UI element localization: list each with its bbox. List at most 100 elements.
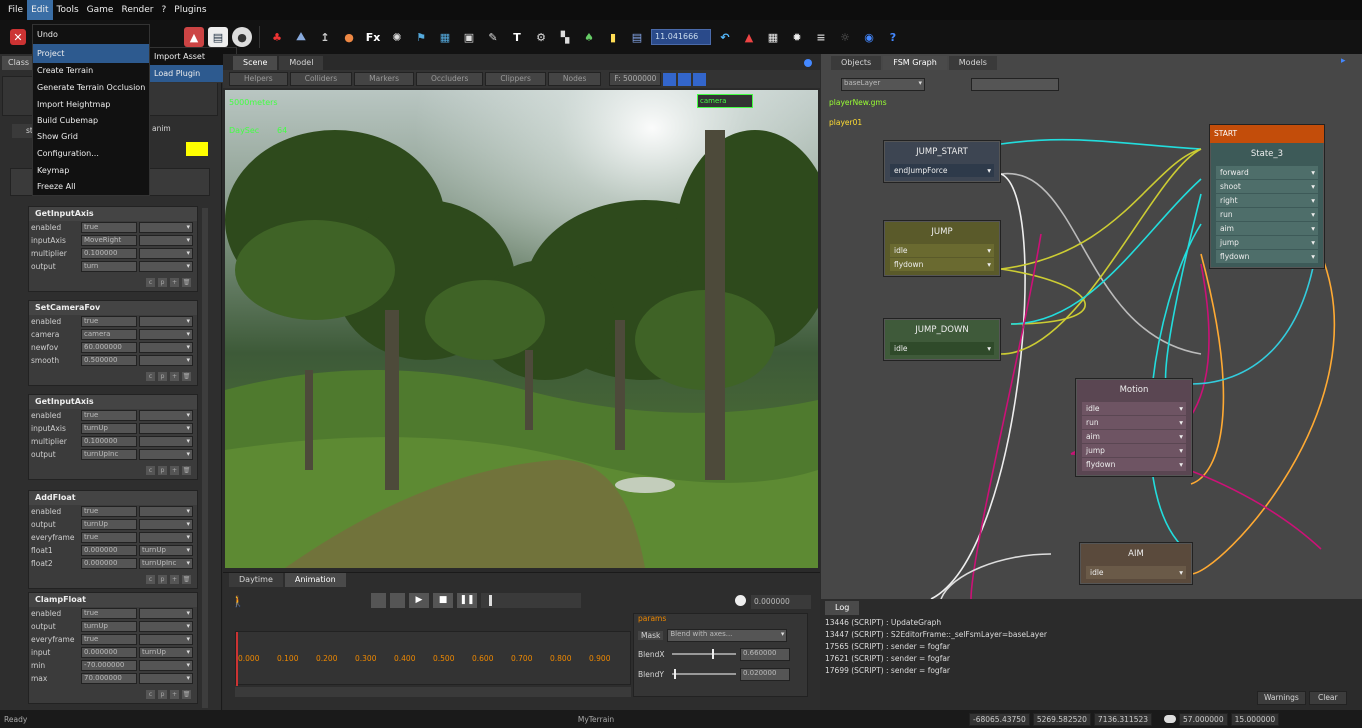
component-footer-button[interactable]: + — [170, 465, 179, 475]
ball-icon[interactable]: ● — [339, 27, 359, 47]
property-var-select[interactable] — [139, 532, 193, 543]
component-footer-button[interactable]: p — [158, 574, 167, 584]
component-title[interactable]: SetCameraFov — [29, 301, 197, 315]
camera-icon[interactable] — [663, 72, 677, 86]
fsm-node-port[interactable]: idle — [1086, 566, 1186, 579]
fsm-node-port[interactable]: jump — [1216, 236, 1318, 249]
component-footer-button[interactable]: p — [158, 689, 167, 699]
property-var-select[interactable] — [139, 329, 193, 340]
property-value[interactable]: 0.000000 — [81, 545, 137, 556]
property-var-select[interactable] — [139, 355, 193, 366]
property-var-select[interactable] — [139, 423, 193, 434]
fsm-node[interactable]: AIM idle — [1079, 542, 1193, 585]
settings-icon[interactable]: ⚙ — [531, 27, 551, 47]
menu-item-freeze-all[interactable]: Freeze All — [33, 179, 149, 195]
fsm-node[interactable]: JUMP idleflydown — [883, 220, 1001, 277]
property-var-select[interactable] — [139, 410, 193, 421]
tree-icon[interactable]: ♣ — [267, 27, 287, 47]
mountain-icon[interactable]: ⛰ — [291, 27, 311, 47]
property-value[interactable]: true — [81, 506, 137, 517]
fsm-node[interactable]: JUMP_START endJumpForce — [883, 140, 1001, 183]
property-value[interactable]: true — [81, 608, 137, 619]
property-var-select[interactable] — [139, 248, 193, 259]
filter-clippers[interactable]: Clippers — [485, 72, 546, 86]
property-var-select[interactable] — [139, 660, 193, 671]
blendx-value[interactable]: 0.660000 — [740, 647, 790, 661]
component-title[interactable]: AddFloat — [29, 491, 197, 505]
fsm-node-port[interactable]: idle — [1082, 402, 1186, 415]
property-var-select[interactable] — [139, 261, 193, 272]
menu-help[interactable]: ? — [158, 0, 171, 20]
component-footer-button[interactable]: + — [170, 371, 179, 381]
fsm-node-port[interactable]: idle — [890, 244, 994, 257]
camera-select[interactable]: camera — [697, 94, 753, 108]
viewport-canvas[interactable]: 5000meters DaySec 64 camera — [225, 90, 818, 568]
view-icon[interactable] — [678, 72, 692, 86]
zoom-select[interactable]: 11.041666 — [651, 29, 711, 45]
warnings-button[interactable]: Warnings — [1257, 691, 1306, 705]
property-var-select[interactable] — [139, 449, 193, 460]
fx-icon[interactable]: Fx — [363, 27, 383, 47]
component-footer-button[interactable]: + — [170, 689, 179, 699]
property-value[interactable]: camera — [81, 329, 137, 340]
component-title[interactable]: ClampFloat — [29, 593, 197, 607]
component-footer-button[interactable]: c — [146, 574, 155, 584]
menu-item-undo[interactable]: Undo — [33, 25, 149, 44]
property-value[interactable]: -70.000000 — [81, 660, 137, 671]
fsm-node-port[interactable]: endJumpForce — [890, 164, 994, 177]
tab-animation[interactable]: Animation — [284, 573, 346, 587]
fsm-node-port[interactable]: shoot — [1216, 180, 1318, 193]
fsm-node-port[interactable]: aim — [1216, 222, 1318, 235]
property-value[interactable]: 70.000000 — [81, 673, 137, 684]
menu-item-create-terrain[interactable]: Create Terrain — [33, 63, 149, 79]
help-circle-icon[interactable]: ? — [883, 27, 903, 47]
pause-button[interactable]: ❚❚ — [457, 593, 477, 608]
time-slider[interactable] — [481, 593, 581, 608]
left-scrollbar[interactable] — [202, 208, 208, 708]
list-icon[interactable]: ≡ — [811, 27, 831, 47]
tab-scene[interactable]: Scene — [233, 56, 278, 70]
property-value[interactable]: MoveRight — [81, 235, 137, 246]
timeline[interactable]: 0.000 0.100 0.200 0.300 0.400 0.500 0.600 0.700… — [235, 631, 631, 686]
property-value[interactable]: turnUp — [81, 621, 137, 632]
fsm-node[interactable]: JUMP_DOWN idle — [883, 318, 1001, 361]
trash-icon[interactable]: 🗑 — [182, 371, 191, 381]
fsm-node-port[interactable]: right — [1216, 194, 1318, 207]
property-value[interactable]: 0.000000 — [81, 647, 137, 658]
layers-icon[interactable]: ▤ — [627, 27, 647, 47]
clear-button[interactable]: Clear — [1309, 691, 1347, 705]
menu-game[interactable]: Game — [83, 0, 118, 20]
component-footer-button[interactable]: + — [170, 574, 179, 584]
record-icon[interactable] — [371, 593, 386, 608]
fsm-node-port[interactable]: idle — [890, 342, 994, 355]
trash-icon[interactable]: 🗑 — [182, 277, 191, 287]
property-value[interactable]: true — [81, 316, 137, 327]
filter-markers[interactable]: Markers — [354, 72, 415, 86]
filter-nodes[interactable]: Nodes — [547, 72, 602, 86]
checker-icon[interactable]: ▚ — [555, 27, 575, 47]
trash-icon[interactable]: 🗑 — [182, 689, 191, 699]
fsm-node[interactable]: Motion idlerunaimjumpflydown — [1075, 378, 1193, 477]
blendx-slider[interactable] — [672, 649, 736, 659]
property-var-select[interactable] — [139, 519, 193, 530]
property-var-select[interactable] — [139, 235, 193, 246]
filter-occluders[interactable]: Occluders — [416, 72, 484, 86]
property-value[interactable]: true — [81, 222, 137, 233]
property-var-select[interactable] — [139, 222, 193, 233]
menu-item-project[interactable]: Project — [33, 44, 149, 63]
menu-item-generate-terrain-occlusion[interactable]: Generate Terrain Occlusion — [33, 79, 149, 97]
sun-icon[interactable]: ☼ — [835, 27, 855, 47]
property-var-select[interactable]: turnUpInc — [139, 558, 193, 569]
document-icon[interactable]: ▤ — [208, 27, 228, 47]
property-value[interactable]: 0.000000 — [81, 558, 137, 569]
cog-icon[interactable]: ✹ — [787, 27, 807, 47]
menu-render[interactable]: Render — [117, 0, 157, 20]
property-value[interactable]: 60.000000 — [81, 342, 137, 353]
property-var-select[interactable] — [139, 506, 193, 517]
settings-view-icon[interactable] — [693, 72, 707, 86]
menu-item-show-grid[interactable]: Show Grid — [33, 129, 149, 145]
text-tool-icon[interactable]: T — [507, 27, 527, 47]
loop-icon[interactable] — [390, 593, 405, 608]
filter-helpers[interactable]: Helpers — [229, 72, 288, 86]
tab-class[interactable]: Class — [2, 56, 36, 70]
